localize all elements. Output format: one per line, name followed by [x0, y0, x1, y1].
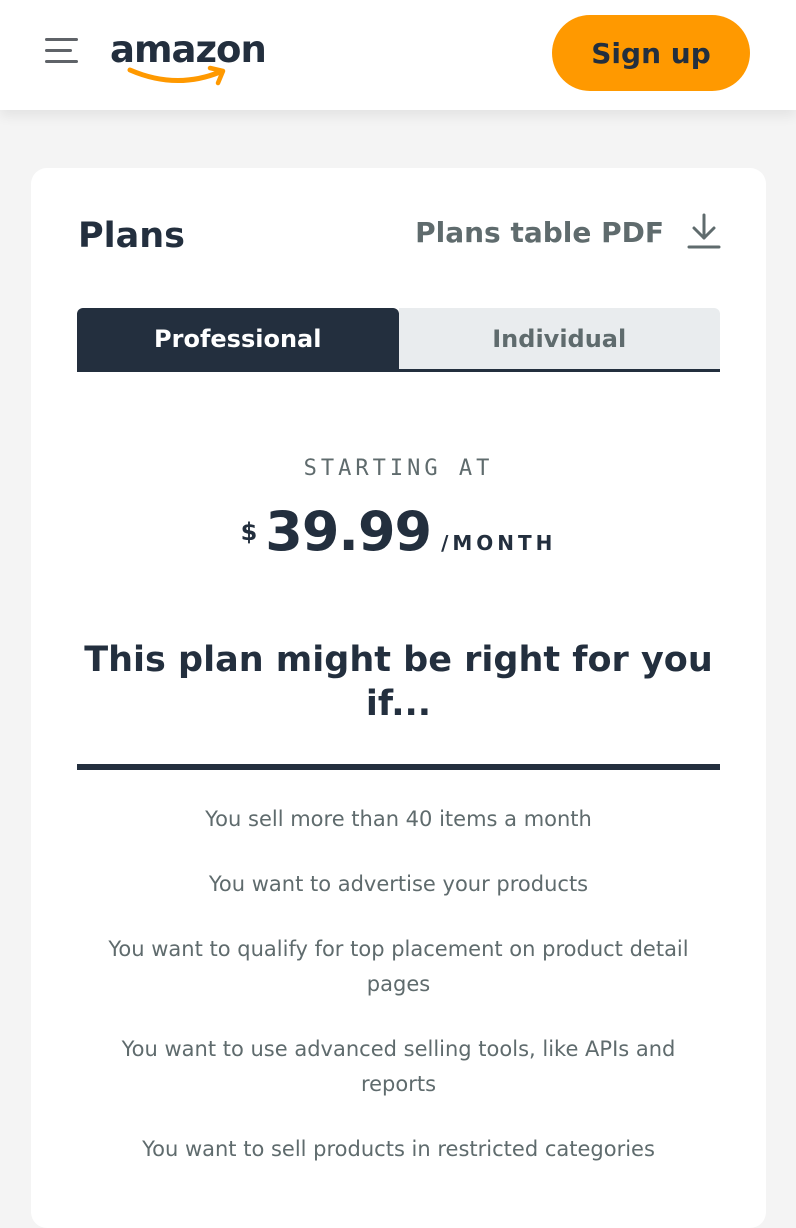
list-item: You want to advertise your products [208, 872, 589, 896]
plans-card: Plans Plans table PDF Professional Indiv… [31, 168, 766, 1228]
pdf-link-label: Plans table PDF [415, 215, 664, 249]
download-icon [686, 212, 722, 252]
tab-individual[interactable]: Individual [398, 308, 720, 369]
smile-arrow-icon [127, 65, 226, 86]
amazon-logo[interactable]: amazon [110, 26, 270, 88]
tab-professional[interactable]: Professional [77, 308, 399, 369]
list-item: You want to sell products in restricted … [142, 1137, 655, 1161]
hamburger-menu-icon[interactable] [45, 36, 79, 66]
price-display: $ 39.99 /MONTH [31, 500, 766, 563]
sign-up-button[interactable]: Sign up [552, 15, 750, 91]
top-header: amazon Sign up [0, 0, 796, 110]
plan-tabs: Professional Individual [77, 308, 720, 372]
price-currency: $ [240, 518, 258, 546]
starting-at-label: STARTING AT [303, 456, 494, 481]
price-amount: 39.99 [265, 500, 432, 563]
list-item: You want to qualify for top placement on… [108, 937, 689, 996]
plans-table-pdf-link[interactable]: Plans table PDF [415, 212, 722, 252]
plan-criteria-list: You sell more than 40 items a month You … [91, 802, 706, 1197]
plans-title: Plans [78, 216, 186, 256]
price-period: /MONTH [441, 531, 557, 555]
list-item: You want to use advanced selling tools, … [121, 1037, 676, 1096]
list-item: You sell more than 40 items a month [205, 807, 592, 831]
plan-fit-heading: This plan might be right for you if... [84, 640, 713, 724]
heading-divider [77, 764, 720, 770]
